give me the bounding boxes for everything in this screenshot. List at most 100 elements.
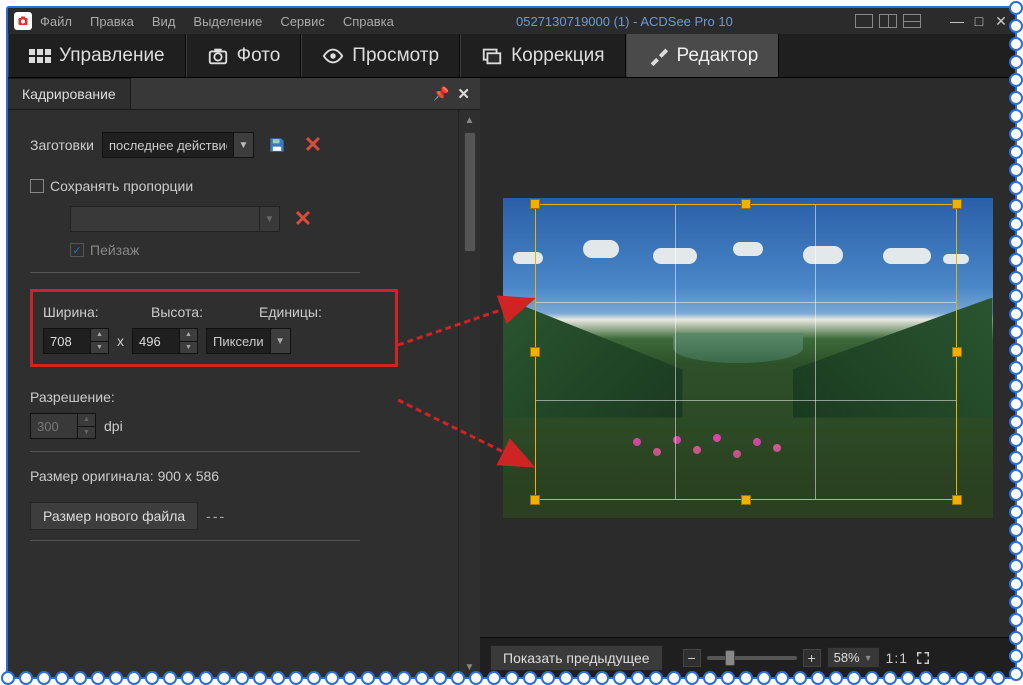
new-size-value: ---: [206, 508, 226, 524]
clear-ratio-button[interactable]: ✕: [290, 206, 316, 232]
spinner-up-icon[interactable]: ▲: [180, 329, 197, 342]
show-previous-button[interactable]: Показать предыдущее: [490, 645, 663, 671]
dpi-label: dpi: [104, 418, 123, 434]
width-spinner[interactable]: ▲▼: [43, 328, 109, 354]
canvas[interactable]: [480, 78, 1015, 637]
keep-ratio-checkbox[interactable]: Сохранять пропорции: [30, 178, 448, 194]
pin-icon[interactable]: 📌: [433, 86, 449, 102]
panel-scrollbar[interactable]: ▲ ▼: [458, 110, 480, 677]
resolution-spinner: ▲▼: [30, 413, 96, 439]
app-window: Файл Правка Вид Выделение Сервис Справка…: [6, 6, 1017, 679]
zoom-value: 58%: [834, 650, 860, 665]
crop-handle-s[interactable]: [741, 495, 751, 505]
layout-split-h-icon[interactable]: [903, 14, 921, 28]
app-icon: [14, 12, 32, 30]
crop-handle-e[interactable]: [952, 347, 962, 357]
panel-tab-crop[interactable]: Кадрирование: [8, 78, 131, 109]
close-panel-button[interactable]: ✕: [457, 85, 470, 103]
new-file-size-button[interactable]: Размер нового файла: [30, 502, 198, 530]
height-label: Высота:: [151, 304, 231, 320]
canvas-area: Показать предыдущее − + 58% ▼ 1:1: [480, 78, 1015, 677]
crop-handle-sw[interactable]: [530, 495, 540, 505]
eye-icon: [322, 45, 344, 67]
titlebar: Файл Правка Вид Выделение Сервис Справка…: [8, 8, 1015, 34]
menu-service[interactable]: Сервис: [280, 14, 325, 29]
landscape-checkbox: ✓ Пейзаж: [70, 242, 448, 258]
crop-panel: Кадрирование 📌 ✕ Заготовки ▼: [8, 78, 480, 677]
checkbox-checked-icon: ✓: [70, 243, 84, 257]
crop-handle-n[interactable]: [741, 199, 751, 209]
resolution-input: [31, 414, 77, 438]
save-preset-button[interactable]: [264, 132, 290, 158]
layout-single-icon[interactable]: [855, 14, 873, 28]
mode-view-label: Просмотр: [352, 45, 439, 67]
spinner-up-icon[interactable]: ▲: [91, 329, 108, 342]
workarea: Кадрирование 📌 ✕ Заготовки ▼: [8, 78, 1015, 677]
scroll-up-icon[interactable]: ▲: [465, 110, 475, 130]
delete-preset-button[interactable]: ✕: [300, 132, 326, 158]
menu-help[interactable]: Справка: [343, 14, 394, 29]
ratio-combo: ▼: [70, 206, 280, 232]
zoom-slider[interactable]: [707, 656, 797, 660]
menu-select[interactable]: Выделение: [193, 14, 262, 29]
width-input[interactable]: [44, 329, 90, 353]
menu-edit[interactable]: Правка: [90, 14, 134, 29]
mode-view[interactable]: Просмотр: [301, 34, 460, 77]
menu-view[interactable]: Вид: [152, 14, 176, 29]
mode-manage[interactable]: Управление: [8, 34, 186, 77]
divider: [30, 272, 360, 273]
maximize-button[interactable]: □: [971, 13, 987, 29]
brush-icon: [647, 45, 669, 67]
spinner-down-icon[interactable]: ▼: [180, 342, 197, 354]
units-combo[interactable]: Пиксели ▼: [206, 328, 291, 354]
spinner-down-icon[interactable]: ▼: [91, 342, 108, 354]
divider: [30, 451, 360, 452]
scrollbar-thumb[interactable]: [464, 132, 476, 252]
scroll-down-icon[interactable]: ▼: [465, 657, 475, 677]
layout-split-v-icon[interactable]: [879, 14, 897, 28]
zoom-1to1-button[interactable]: 1:1: [886, 650, 908, 666]
mode-bar: Управление Фото Просмотр Коррекция Редак…: [8, 34, 1015, 78]
fit-screen-icon[interactable]: [914, 649, 932, 667]
height-spinner[interactable]: ▲▼: [132, 328, 198, 354]
presets-value[interactable]: [103, 138, 233, 153]
zoom-out-button[interactable]: −: [683, 649, 701, 667]
stack-icon: [481, 45, 503, 67]
zoom-readout[interactable]: 58% ▼: [827, 647, 880, 668]
zoom-slider-knob[interactable]: [725, 650, 735, 666]
chevron-down-icon[interactable]: ▼: [864, 653, 873, 663]
close-window-button[interactable]: ✕: [993, 13, 1009, 30]
crop-handle-nw[interactable]: [530, 199, 540, 209]
camera-icon: [207, 45, 229, 67]
mode-editor[interactable]: Редактор: [626, 34, 780, 77]
spinner-down-icon: ▼: [78, 427, 95, 439]
height-input[interactable]: [133, 329, 179, 353]
mode-develop[interactable]: Коррекция: [460, 34, 625, 77]
crop-handle-se[interactable]: [952, 495, 962, 505]
menu-file[interactable]: Файл: [40, 14, 72, 29]
units-value: Пиксели: [207, 334, 270, 349]
zoom-in-button[interactable]: +: [803, 649, 821, 667]
panel-header: Кадрирование 📌 ✕: [8, 78, 480, 110]
chevron-down-icon[interactable]: ▼: [233, 133, 253, 157]
chevron-down-icon[interactable]: ▼: [270, 329, 290, 353]
resolution-label: Разрешение:: [30, 389, 448, 405]
minimize-button[interactable]: —: [949, 13, 965, 29]
original-size-text: Размер оригинала: 900 x 586: [30, 468, 448, 484]
x-icon: ✕: [304, 132, 322, 158]
mode-photo-label: Фото: [237, 45, 281, 67]
mode-manage-label: Управление: [59, 45, 165, 67]
width-label: Ширина:: [43, 304, 123, 320]
presets-combo[interactable]: ▼: [102, 132, 254, 158]
photo-preview[interactable]: [503, 198, 993, 518]
keep-ratio-label: Сохранять пропорции: [50, 178, 193, 194]
multiply-symbol: x: [117, 333, 124, 349]
dimensions-group: Ширина: Высота: Единицы: ▲▼ x: [30, 289, 398, 367]
chevron-down-icon: ▼: [259, 207, 279, 231]
crop-overlay[interactable]: [535, 204, 957, 500]
crop-handle-ne[interactable]: [952, 199, 962, 209]
crop-handle-w[interactable]: [530, 347, 540, 357]
mode-photo[interactable]: Фото: [186, 34, 302, 77]
window-title: 0527130719000 (1) - ACDSee Pro 10: [394, 14, 855, 29]
units-label: Единицы:: [259, 304, 322, 320]
